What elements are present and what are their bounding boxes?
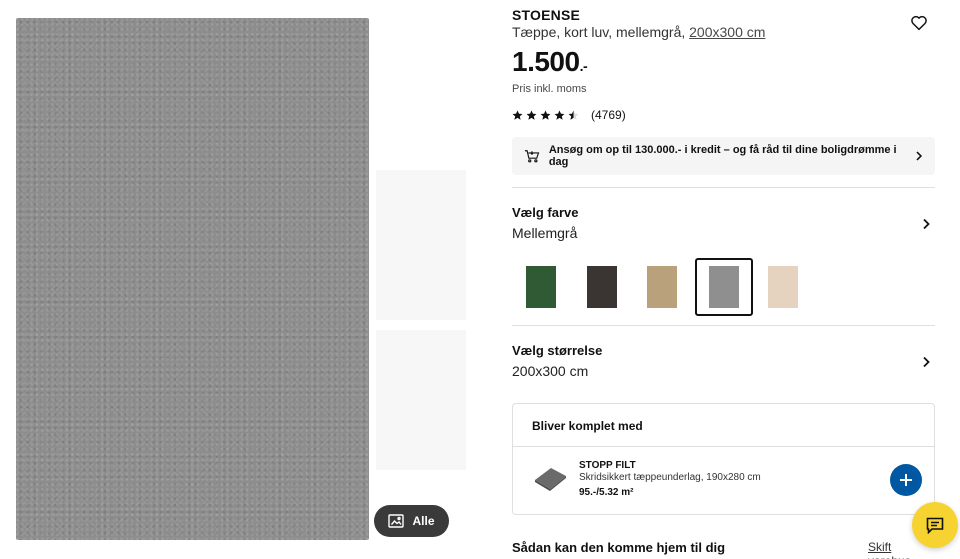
gallery-icon	[388, 514, 405, 528]
swatch-rug-image	[708, 266, 739, 308]
star-full-icon	[540, 110, 551, 120]
credit-banner-text: Ansøg om op til 130.000.- i kredit – og …	[548, 144, 897, 168]
color-swatch-medium-grey[interactable]	[694, 258, 753, 316]
bundle-item-price: 95.-/5.32 m²	[579, 487, 634, 498]
price-main: 1.500	[512, 46, 580, 77]
review-count[interactable]: (4769)	[591, 108, 626, 122]
chevron-right-icon[interactable]	[922, 218, 930, 230]
swatch-rug-image	[526, 266, 556, 308]
all-images-label: Alle	[412, 514, 435, 528]
bundle-item-description: Skridsikkert tæppeunderlag, 190x280 cm	[579, 472, 761, 483]
bundle-item-name[interactable]: STOPP FILT	[579, 460, 636, 471]
color-swatch-light-beige[interactable]	[754, 258, 812, 316]
color-section-label: Vælg farve	[512, 205, 579, 220]
chevron-right-icon	[916, 151, 923, 161]
gallery-ghost-image	[376, 170, 466, 320]
delivery-heading: Sådan kan den komme hjem til dig	[512, 540, 726, 555]
product-gallery: Alle	[0, 0, 490, 559]
product-rating[interactable]: (4769)	[512, 108, 626, 122]
color-swatch-green[interactable]	[512, 258, 570, 316]
all-images-button[interactable]: Alle	[374, 505, 449, 537]
size-section-label: Vælg størrelse	[512, 343, 603, 358]
price-note: Pris inkl. moms	[512, 83, 587, 95]
star-full-icon	[526, 110, 537, 120]
plus-icon	[900, 474, 912, 486]
swatch-rug-image	[586, 266, 617, 308]
bundle-title: Bliver komplet med	[532, 419, 643, 433]
swatch-rug-image	[647, 266, 677, 308]
rating-stars	[512, 110, 579, 121]
product-price: 1.500.-	[512, 46, 588, 78]
rug-pad-image[interactable]	[531, 462, 569, 494]
credit-banner[interactable]: Ansøg om op til 130.000.- i kredit – og …	[512, 137, 935, 175]
star-half-icon	[568, 110, 579, 120]
star-full-icon	[554, 110, 565, 120]
color-swatch-dark-brown[interactable]	[573, 258, 631, 316]
product-description: Tæppe, kort luv, mellemgrå, 200x300 cm	[512, 24, 765, 40]
color-section-value: Mellemgrå	[512, 225, 578, 241]
size-section-value: 200x300 cm	[512, 363, 589, 379]
chevron-right-icon[interactable]	[922, 356, 930, 368]
complementary-products: Bliver komplet med STOPP FILT Skridsikke…	[512, 403, 935, 515]
product-description-text: Tæppe, kort luv, mellemgrå,	[512, 24, 690, 40]
divider	[513, 446, 934, 447]
product-name: STOENSE	[512, 7, 581, 23]
chat-icon	[926, 517, 944, 534]
product-main-image[interactable]	[16, 18, 369, 540]
shopping-cart-icon	[524, 150, 540, 163]
color-swatches	[512, 258, 812, 316]
add-to-cart-button[interactable]	[890, 464, 922, 496]
heart-icon[interactable]	[910, 14, 928, 32]
swatch-rug-image	[768, 266, 798, 308]
divider	[512, 325, 935, 326]
product-size-link[interactable]: 200x300 cm	[689, 24, 765, 40]
price-suffix: .-	[579, 58, 588, 74]
chat-button[interactable]	[912, 502, 958, 548]
gallery-ghost-image	[376, 330, 466, 470]
divider	[512, 187, 935, 188]
star-full-icon	[512, 110, 523, 120]
color-swatch-beige[interactable]	[633, 258, 691, 316]
